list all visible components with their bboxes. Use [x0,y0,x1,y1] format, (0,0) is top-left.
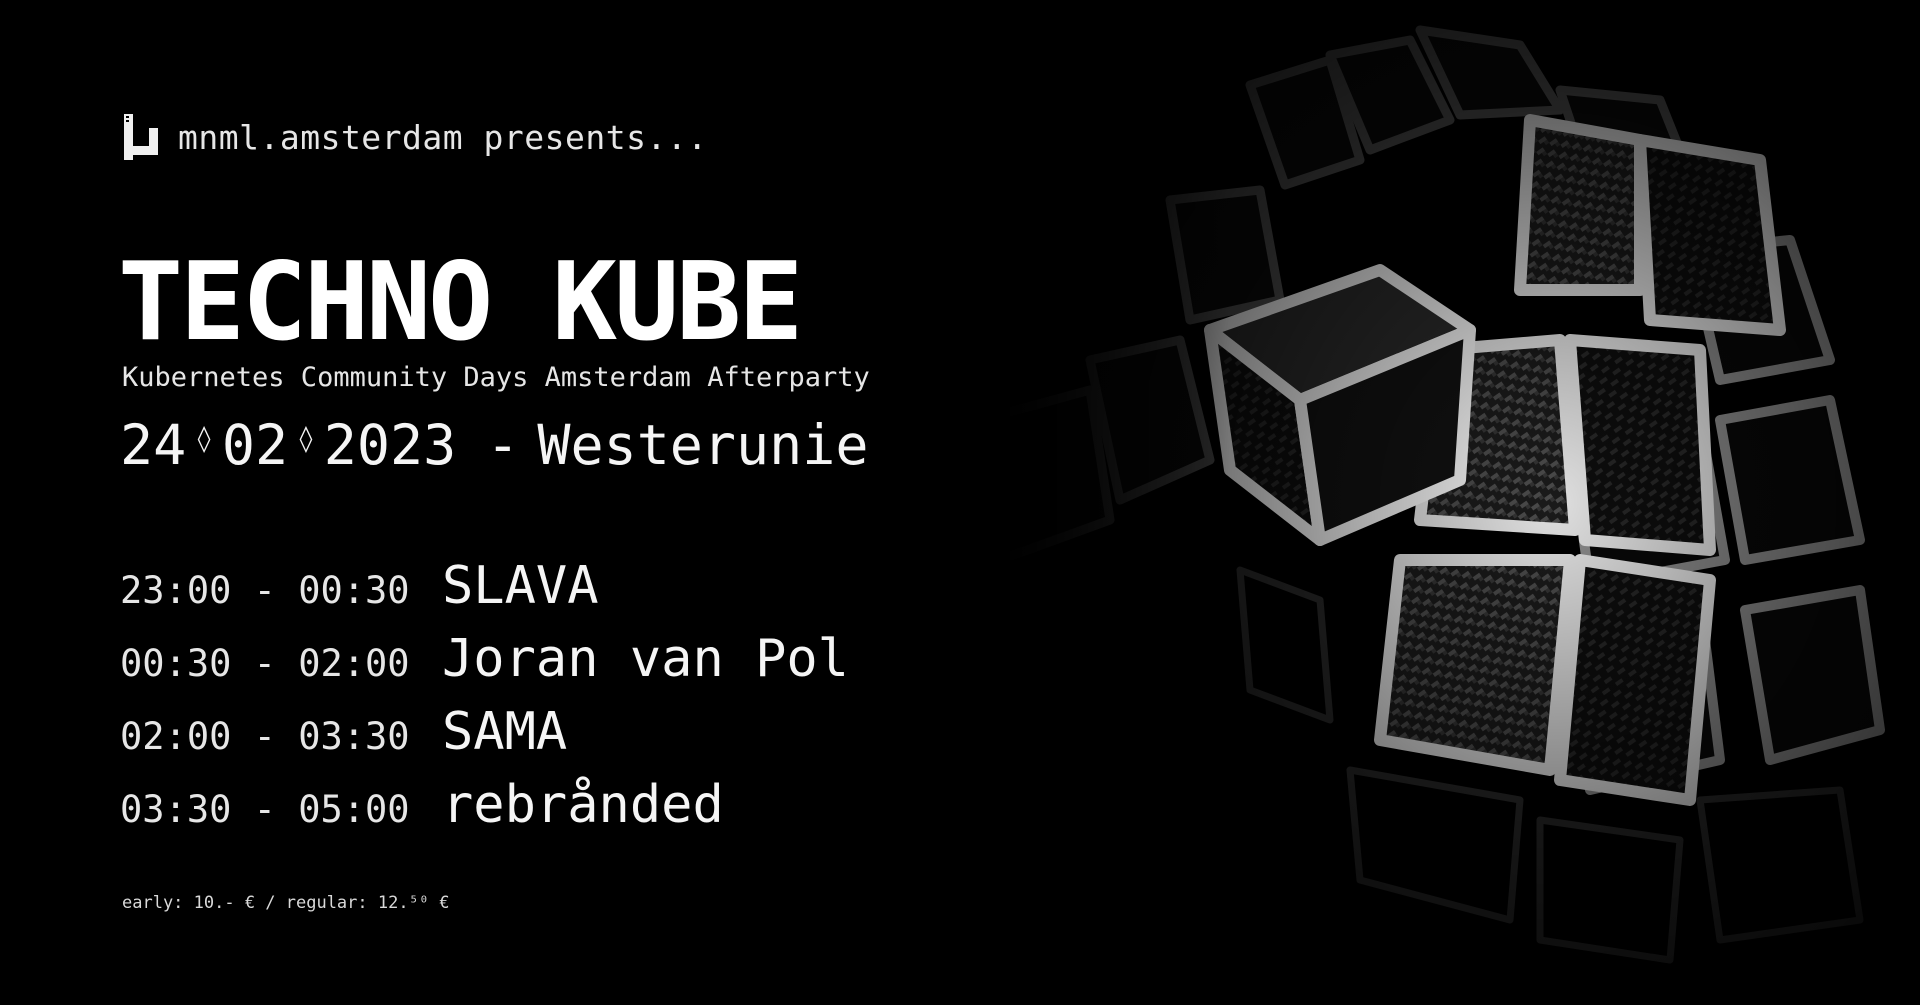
mu-logo-icon [124,114,158,160]
lineup-slot: 00:30 - 02:00 Joran van Pol [120,629,860,702]
date-year: 2023 [323,413,457,477]
venue-name: Westerunie [537,413,869,477]
presenter-text: mnml.amsterdam presents... [178,117,708,157]
date-separator: ◊ [196,424,212,454]
lineup-list: 23:00 - 00:30 SLAVA 00:30 - 02:00 Joran … [120,556,860,848]
event-title: TECHNO KUBE [118,240,803,365]
presenter-line: mnml.amsterdam presents... [122,112,708,162]
rubiks-cube-image [1000,0,1920,1005]
date-month: 02 [221,413,289,477]
lineup-slot: 23:00 - 00:30 SLAVA [120,556,860,629]
slot-artist: Joran van Pol [442,629,849,689]
ticket-prices: early: 10.- € / regular: 12.⁵⁰ € [122,893,450,913]
slot-artist: SLAVA [442,556,599,616]
slot-time: 00:30 - 02:00 [120,642,410,685]
slot-time: 02:00 - 03:30 [120,715,410,758]
slot-time: 23:00 - 00:30 [120,569,410,612]
event-poster: mnml.amsterdam presents... TECHNO KUBE K… [0,0,1920,1005]
slot-artist: rebrånded [442,775,724,835]
slot-time: 03:30 - 05:00 [120,788,410,831]
venue-dash: - [486,413,520,477]
date-day: 24 [120,413,187,477]
date-venue-line: 24 ◊ 02 ◊ 2023 - Westerunie [120,410,869,480]
date-separator: ◊ [298,424,314,454]
event-subtitle: Kubernetes Community Days Amsterdam Afte… [122,362,870,393]
lineup-slot: 02:00 - 03:30 SAMA [120,702,860,775]
slot-artist: SAMA [442,702,568,762]
lineup-slot: 03:30 - 05:00 rebrånded [120,775,860,848]
